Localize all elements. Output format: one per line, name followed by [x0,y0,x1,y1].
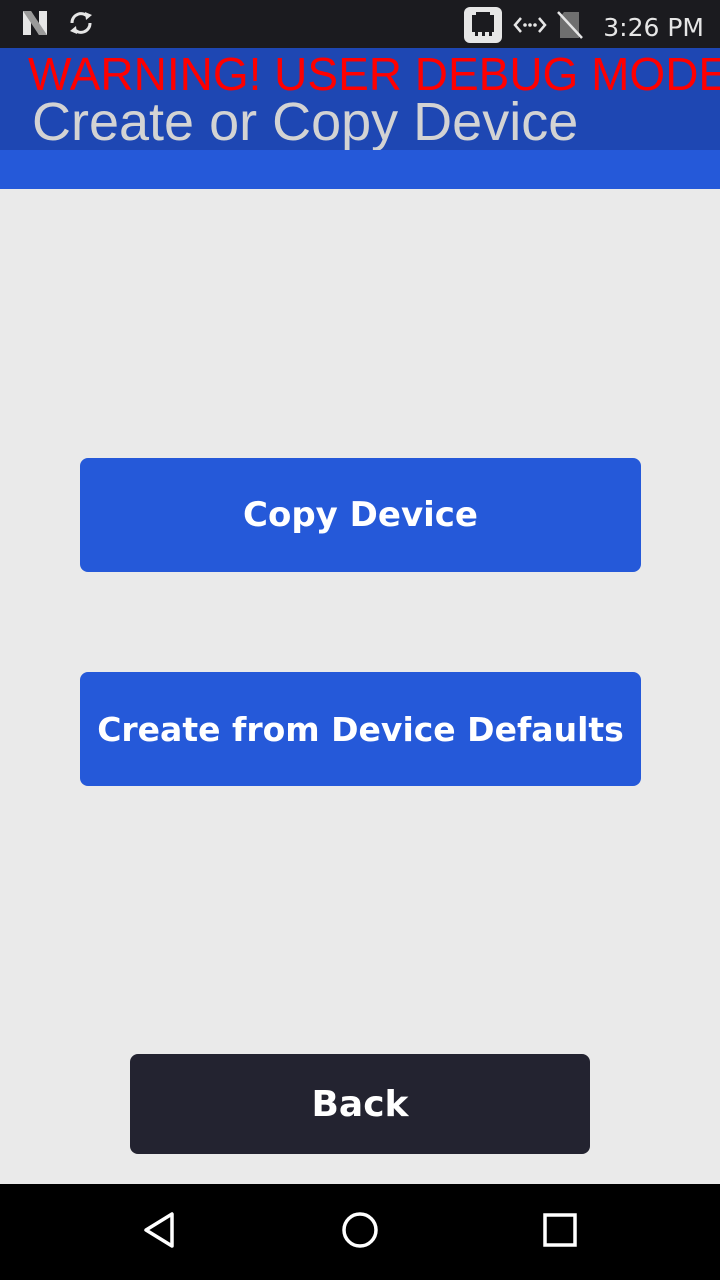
create-from-defaults-button[interactable]: Create from Device Defaults [80,672,641,786]
back-button[interactable]: Back [130,1054,590,1154]
status-bar: 3:26 PM [0,0,720,48]
copy-device-button[interactable]: Copy Device [80,458,641,572]
n-logo-icon [20,8,50,43]
home-circle-icon [340,1210,380,1255]
page-title: Create or Copy Device [32,92,579,152]
debug-warning-banner: WARNING! USER DEBUG MODE [28,48,720,100]
ethernet-icon [463,6,503,49]
status-time: 3:26 PM [603,13,704,42]
recents-square-icon [540,1210,580,1255]
no-sim-icon [557,10,584,45]
header-accent-stripe [0,150,720,189]
app-header: WARNING! USER DEBUG MODE Create or Copy … [0,48,720,152]
nav-back-button[interactable] [136,1208,184,1256]
status-right-icons: 3:26 PM [463,6,704,49]
data-transfer-icon [513,13,547,42]
sync-icon [66,8,96,43]
nav-home-button[interactable] [336,1208,384,1256]
navigation-bar [0,1184,720,1280]
status-left-icons [20,8,96,43]
back-triangle-icon [140,1210,180,1255]
nav-recents-button[interactable] [536,1208,584,1256]
